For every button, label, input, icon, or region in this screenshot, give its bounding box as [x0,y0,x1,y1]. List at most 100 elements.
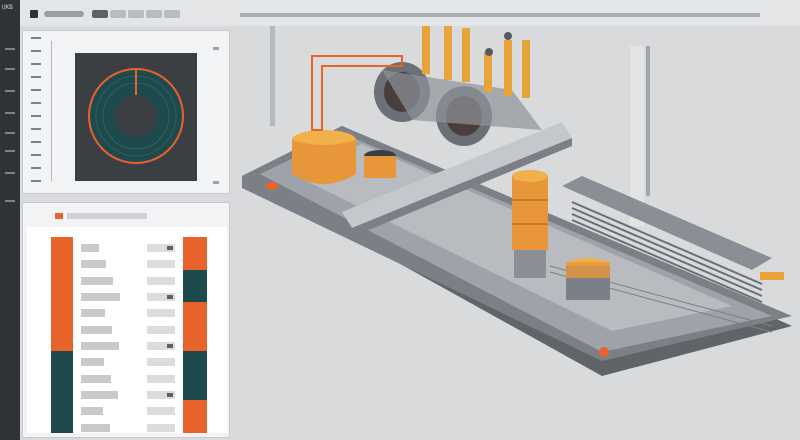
tab-3[interactable] [128,10,144,18]
bar-segment-right [183,269,207,286]
donut-chart-svg [88,68,184,164]
chart-label-row [81,372,175,386]
bar-segment-left [51,318,73,335]
tab-4[interactable] [146,10,162,18]
window-title [44,11,84,17]
machine-svg [242,26,792,376]
rail-logo: UKB [2,4,13,11]
scope-label-column [31,37,45,193]
rail-button[interactable] [5,200,15,202]
bar-segment-right [183,416,207,433]
chart-label-row [81,257,175,271]
row-value-placeholder [147,276,175,285]
end-bracket [760,272,784,280]
bar-chart-panel [22,202,230,438]
row-label-placeholder [81,260,106,269]
bar-column-left [51,237,73,433]
cup-body [364,156,396,178]
rail-button[interactable] [5,48,15,50]
bar-segment-left [51,351,73,368]
pipe [462,28,470,82]
scope-row [31,154,41,156]
chart-label-row [81,241,175,255]
rail-button[interactable] [5,150,15,152]
row-label-placeholder [81,309,105,318]
bar-segment-left [51,269,73,286]
scope-row [31,63,41,65]
bar-segment-right [183,237,207,254]
row-value-placeholder [147,325,175,334]
bar-segment-left [51,237,73,254]
app-logo-icon[interactable] [30,10,38,18]
row-label-placeholder [81,407,103,416]
scope-row [31,141,41,143]
bar-chart [27,227,227,433]
chart-label-row [81,388,175,402]
row-label-placeholder [81,391,118,399]
row-marker [167,393,173,397]
chart-label-row [81,355,175,369]
row-label-placeholder [81,276,113,285]
scope-row [31,102,41,104]
bar-column-right [183,237,207,433]
bar-segment-right [183,302,207,319]
header-text-placeholder [67,213,147,219]
row-label-placeholder [81,358,104,367]
rail-button[interactable] [5,132,15,134]
bar-segment-right [183,286,207,303]
row-label-placeholder [81,374,111,383]
row-value-placeholder [147,423,175,432]
chart-label-row [81,290,175,304]
row-label-placeholder [81,325,112,334]
row-marker [167,295,173,299]
bar-segment-left [51,335,73,352]
rail-button[interactable] [5,68,15,70]
panel-tick [213,181,219,184]
bar-segment-right [183,318,207,335]
row-value-placeholder [147,309,175,318]
scope-row [31,50,41,52]
chart-label-row [81,306,175,320]
rail-button[interactable] [5,172,15,174]
rail-button[interactable] [5,90,15,92]
pipe [422,26,430,74]
left-pole [270,26,275,126]
chart-header [51,213,151,219]
bar-segment-right [183,367,207,384]
chart-label-row [81,421,175,435]
hopper-body [292,140,356,184]
row-label-placeholder [81,244,99,252]
tab-5[interactable] [164,10,180,18]
row-label-placeholder [81,342,119,350]
bar-segment-left [51,367,73,384]
row-marker [167,246,173,250]
row-marker [167,344,173,348]
bar-segment-left [51,286,73,303]
chart-label-row [81,339,175,353]
header-progress-bar [240,13,760,17]
bar-segment-right [183,384,207,401]
scope-row [31,180,41,182]
scope-row [31,76,41,78]
tab-strip [92,10,180,18]
scope-row [31,128,41,130]
pipe [522,40,530,98]
row-value-placeholder [147,260,175,269]
panel-tick [213,47,219,50]
bar-segment-right [183,253,207,270]
tab-1[interactable] [92,10,108,18]
row-value-placeholder [147,407,175,416]
corner-marker [599,347,609,357]
scope-row [31,167,41,169]
pipe [504,40,512,96]
row-value-placeholder [147,358,175,367]
rail-button[interactable] [5,112,15,114]
bar-segment-left [51,384,73,401]
chart-label-row [81,404,175,418]
header-accent [55,213,63,219]
left-sidebar: UKB [0,0,20,440]
donut-hole [115,95,157,137]
tab-2[interactable] [110,10,126,18]
top-toolbar [0,0,800,26]
scope-row [31,37,41,39]
